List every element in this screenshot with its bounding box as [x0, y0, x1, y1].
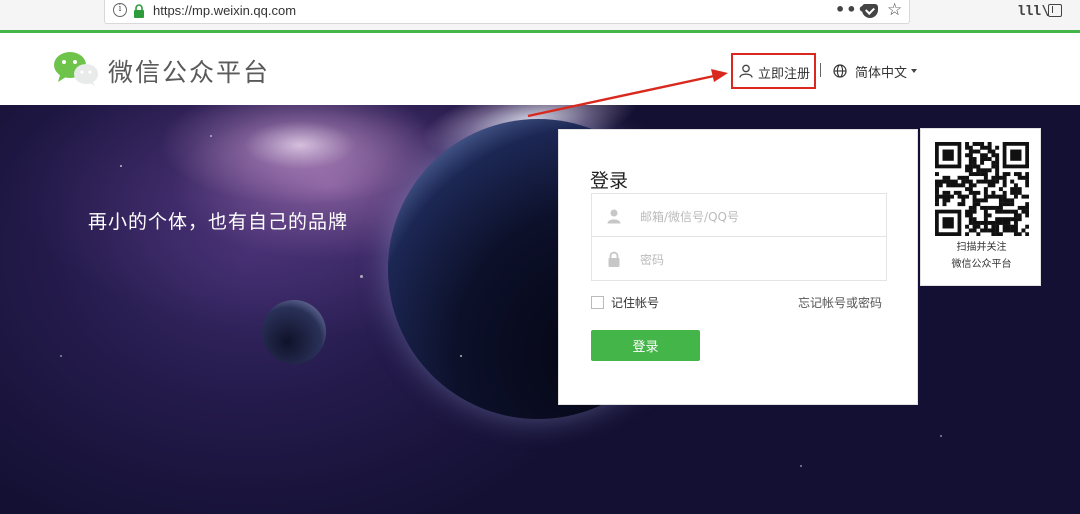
sidebar-icon[interactable] [1048, 4, 1062, 17]
qr-caption: 扫描并关注 微信公众平台 [921, 239, 1042, 273]
globe-icon [833, 64, 847, 78]
small-planet-illustration [262, 300, 326, 364]
password-placeholder: 密码 [640, 253, 665, 267]
hero-banner: 再小的个体，也有自己的品牌 [0, 105, 1080, 514]
account-input[interactable]: 邮箱/微信号/QQ号 [591, 193, 887, 237]
library-icon[interactable]: lll\ [1018, 4, 1049, 19]
login-button[interactable]: 登录 [591, 330, 700, 361]
qr-caption-line1: 扫描并关注 [956, 242, 1007, 253]
caret-down-icon[interactable] [911, 69, 917, 73]
pocket-icon[interactable] [862, 4, 878, 18]
register-button[interactable]: 立即注册 [731, 53, 816, 89]
register-label: 立即注册 [758, 67, 811, 82]
header-divider [820, 63, 821, 77]
browser-toolbar: i https://mp.weixin.qq.com ••• ☆ lll\ [0, 0, 1080, 30]
login-panel: 登录 邮箱/微信号/QQ号 密码 记住帐号 忘记帐号或密码 登录 [558, 129, 918, 405]
star [940, 435, 942, 437]
lock-icon [134, 4, 144, 18]
password-lock-icon [608, 251, 620, 267]
forgot-password-link[interactable]: 忘记帐号或密码 [798, 294, 882, 311]
bookmark-star-icon[interactable]: ☆ [887, 0, 902, 20]
remember-label[interactable]: 记住帐号 [611, 294, 659, 311]
site-header: 微信公众平台 立即注册 简体中文 [0, 33, 1080, 105]
login-title: 登录 [590, 170, 629, 192]
remember-checkbox[interactable] [591, 296, 604, 309]
hero-slogan: 再小的个体，也有自己的品牌 [88, 211, 349, 233]
url-text[interactable]: https://mp.weixin.qq.com [153, 3, 296, 18]
user-icon [607, 209, 621, 224]
site-title[interactable]: 微信公众平台 [108, 53, 270, 89]
address-bar[interactable]: i https://mp.weixin.qq.com ••• ☆ [104, 0, 910, 24]
qr-panel: 扫描并关注 微信公众平台 [920, 128, 1041, 286]
account-placeholder: 邮箱/微信号/QQ号 [640, 210, 739, 224]
qr-caption-line2: 微信公众平台 [951, 259, 1012, 270]
star [800, 465, 802, 467]
language-selector[interactable]: 简体中文 [855, 62, 907, 81]
qr-code [935, 142, 1029, 236]
star [60, 355, 62, 357]
star [120, 165, 122, 167]
wechat-logo-icon[interactable] [52, 49, 100, 89]
star [360, 275, 363, 278]
star [210, 135, 212, 137]
user-icon [739, 64, 753, 78]
password-input[interactable]: 密码 [591, 237, 887, 281]
info-icon[interactable]: i [113, 3, 127, 17]
star [460, 355, 462, 357]
